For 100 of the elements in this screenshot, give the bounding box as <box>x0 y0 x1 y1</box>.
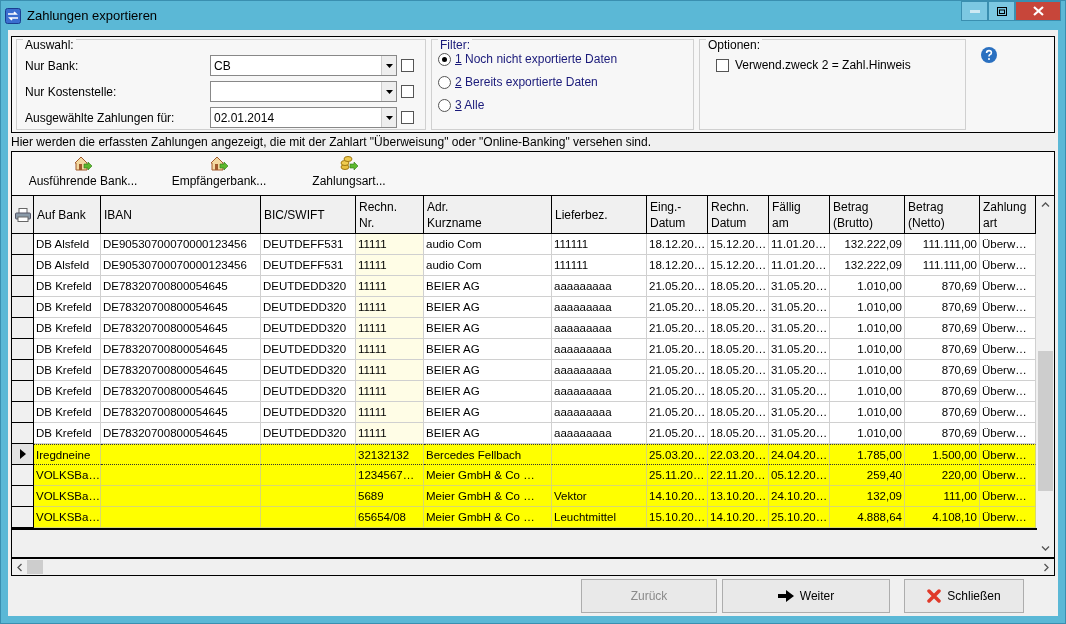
table-cell: 15.12.20… <box>708 255 769 276</box>
maximize-button[interactable] <box>988 1 1015 21</box>
table-cell: 25.03.20… <box>647 444 708 465</box>
table-cell: 11111 <box>356 339 424 360</box>
row-header[interactable] <box>12 507 34 528</box>
table-cell: 220,00 <box>905 465 980 486</box>
table-cell: aaaaaaaaa <box>552 339 647 360</box>
checkbox[interactable] <box>716 58 729 72</box>
column-header[interactable]: Fällig am <box>769 196 830 234</box>
dialog-button[interactable]: Weiter <box>722 579 890 613</box>
table-cell: audio Com <box>424 234 552 255</box>
checkbox[interactable] <box>401 85 414 98</box>
column-header[interactable]: Betrag (Netto) <box>905 196 980 234</box>
row-header[interactable] <box>12 276 34 297</box>
table-cell: DEUTDEDD320 <box>261 276 356 297</box>
checkbox[interactable] <box>401 59 414 72</box>
table-cell: DE78320700800054645 <box>101 339 261 360</box>
table-cell: DB Krefeld <box>34 297 101 318</box>
toolbar-button[interactable]: Zahlungsart... <box>294 152 404 195</box>
row-header[interactable] <box>12 255 34 276</box>
table-cell: 870,69 <box>905 381 980 402</box>
table-cell: BEIER AG <box>424 339 552 360</box>
radio-label[interactable]: 3 Alle <box>455 98 485 112</box>
table-cell: aaaaaaaaa <box>552 276 647 297</box>
table-cell: Überw… <box>980 507 1036 528</box>
column-header[interactable]: Betrag (Brutto) <box>830 196 905 234</box>
row-header[interactable] <box>12 402 34 423</box>
column-header[interactable]: Zahlung art <box>980 196 1036 234</box>
row-header[interactable] <box>12 381 34 402</box>
checkbox-label[interactable]: Verwend.zweck 2 = Zahl.Hinweis <box>735 58 911 72</box>
column-header[interactable]: Adr. Kurzname <box>424 196 552 234</box>
column-header[interactable]: BIC/SWIFT <box>261 196 356 234</box>
table-cell: 11111 <box>356 255 424 276</box>
toolbar-button[interactable]: Empfängerbank... <box>144 152 294 195</box>
toolbar-button[interactable]: Ausführende Bank... <box>22 152 144 195</box>
combo-field[interactable]: 02.01.2014 <box>210 107 397 128</box>
scroll-thumb[interactable] <box>27 560 43 574</box>
table-cell: 870,69 <box>905 402 980 423</box>
dropdown-arrow-icon[interactable] <box>385 63 393 68</box>
row-header[interactable] <box>12 297 34 318</box>
dropdown-arrow-icon[interactable] <box>385 115 393 120</box>
horizontal-scrollbar[interactable] <box>12 557 1054 575</box>
table-cell: Vektor <box>552 486 647 507</box>
printer-icon[interactable] <box>14 207 31 222</box>
table-cell: 870,69 <box>905 360 980 381</box>
column-header[interactable]: Auf Bank <box>34 196 101 234</box>
house-arrow-icon <box>210 155 228 171</box>
table-cell: DE90530700070000123456 <box>101 255 261 276</box>
scroll-down-icon[interactable] <box>1041 546 1050 551</box>
table-cell: 111111 <box>552 255 647 276</box>
table-cell: 18.05.20… <box>708 423 769 444</box>
table-cell: 18.12.20… <box>647 255 708 276</box>
table-cell: 18.05.20… <box>708 402 769 423</box>
column-header[interactable]: Rechn. Datum <box>708 196 769 234</box>
radio-label[interactable]: 2 Bereits exportierte Daten <box>455 75 598 89</box>
column-header[interactable]: Rechn. Nr. <box>356 196 424 234</box>
scroll-right-icon[interactable] <box>1044 562 1049 572</box>
table-cell: 1.010,00 <box>830 423 905 444</box>
radio-button[interactable] <box>438 52 451 66</box>
table-cell: 259,40 <box>830 465 905 486</box>
group-label: Optionen: <box>706 38 763 52</box>
radio-button[interactable] <box>438 75 451 89</box>
table-cell: DB Krefeld <box>34 276 101 297</box>
table-cell: 15.10.20… <box>647 507 708 528</box>
table-cell: Meier GmbH & Co … <box>424 486 552 507</box>
table-cell: 11111 <box>356 297 424 318</box>
table-cell: 18.05.20… <box>708 339 769 360</box>
radio-button[interactable] <box>438 98 451 112</box>
table-cell: 1.010,00 <box>830 276 905 297</box>
row-header[interactable] <box>12 318 34 339</box>
checkbox[interactable] <box>401 111 414 124</box>
column-header[interactable]: IBAN <box>101 196 261 234</box>
row-header[interactable] <box>12 423 34 444</box>
dialog-button[interactable]: Schließen <box>904 579 1024 613</box>
row-header[interactable] <box>12 360 34 381</box>
close-button[interactable] <box>1015 1 1061 21</box>
column-header[interactable]: Eing.- Datum <box>647 196 708 234</box>
table-cell: DEUTDEDD320 <box>261 423 356 444</box>
column-header[interactable]: Lieferbez. <box>552 196 647 234</box>
combo-field[interactable] <box>210 81 397 102</box>
close-icon <box>927 589 942 603</box>
table-cell: 870,69 <box>905 318 980 339</box>
row-header[interactable] <box>12 339 34 360</box>
dropdown-arrow-icon[interactable] <box>385 89 393 94</box>
row-header[interactable] <box>12 444 34 465</box>
scroll-left-icon[interactable] <box>17 562 22 572</box>
scroll-up-icon[interactable] <box>1041 202 1050 207</box>
table-cell: DEUTDEDD320 <box>261 339 356 360</box>
table-cell: DEUTDEDD320 <box>261 360 356 381</box>
radio-label[interactable]: 1 Noch nicht exportierte Daten <box>455 52 618 66</box>
row-header[interactable] <box>12 465 34 486</box>
row-header[interactable] <box>12 486 34 507</box>
table-cell: 1.010,00 <box>830 297 905 318</box>
combo-field[interactable]: CB <box>210 55 397 76</box>
info-text: Hier werden die erfassten Zahlungen angezeigt, die mit der Zahlart "Überweisung" oder "Online-Banking" versehen sind. <box>11 135 652 149</box>
table-cell: VOLKSBa… <box>34 507 101 528</box>
table-cell: 11111 <box>356 318 424 339</box>
scroll-thumb[interactable] <box>1038 351 1053 491</box>
row-header[interactable] <box>12 234 34 255</box>
help-icon[interactable] <box>981 47 997 63</box>
